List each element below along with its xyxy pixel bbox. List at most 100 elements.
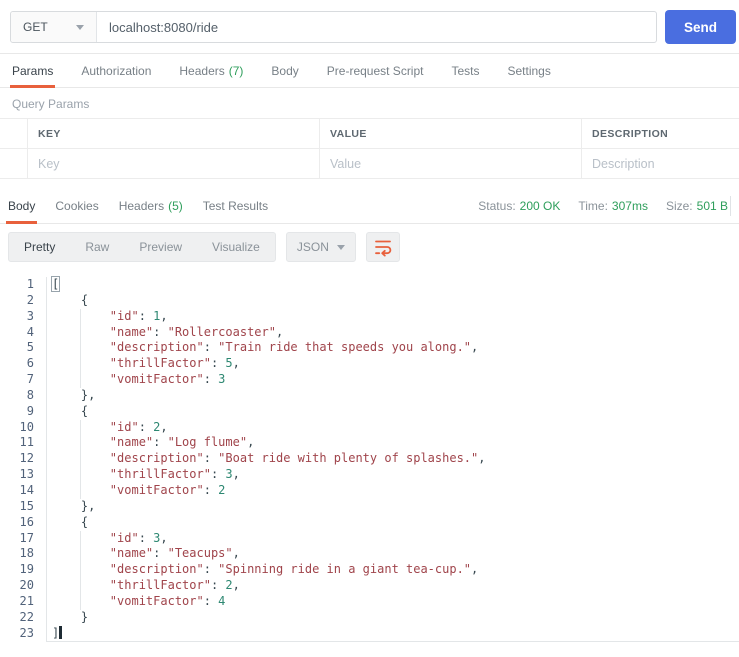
code-content: } bbox=[46, 609, 739, 626]
response-tab[interactable]: Headers (5) bbox=[119, 188, 183, 223]
text-cursor bbox=[59, 625, 63, 639]
url-group: GET bbox=[10, 11, 657, 43]
url-input[interactable] bbox=[97, 12, 656, 42]
code-content: "thrillFactor": 3, bbox=[46, 467, 739, 483]
view-mode-button[interactable]: Visualize bbox=[197, 233, 275, 261]
row-select-cell bbox=[0, 119, 28, 148]
divider bbox=[730, 195, 731, 216]
column-header-value: VALUE bbox=[320, 119, 582, 148]
line-number: 7 bbox=[26, 372, 34, 387]
query-params-input-row bbox=[0, 149, 739, 179]
key-cell bbox=[28, 149, 320, 178]
code-line: 9 { bbox=[0, 403, 739, 420]
wrap-text-button[interactable] bbox=[365, 232, 400, 262]
tab-label: Pre-request Script bbox=[326, 63, 424, 78]
description-cell bbox=[582, 149, 739, 178]
line-number: 21 bbox=[19, 593, 34, 608]
tab-label: Test Results bbox=[202, 198, 269, 213]
line-number: 23 bbox=[19, 625, 34, 640]
meta-value: 200 OK bbox=[519, 198, 561, 213]
method-label: GET bbox=[23, 20, 48, 34]
code-content: "description": "Train ride that speeds y… bbox=[46, 340, 739, 357]
response-tab[interactable]: Body bbox=[5, 188, 38, 224]
view-mode-button[interactable]: Preview bbox=[124, 233, 197, 261]
code-line: 15 }, bbox=[0, 498, 739, 515]
meta-item: Time: 307ms bbox=[578, 199, 648, 213]
response-body-viewer[interactable]: 1[2 {3 "id": 1, 4 "name": "Rollercoaster"… bbox=[0, 276, 739, 643]
tab-label: Params bbox=[12, 63, 54, 78]
request-tab[interactable]: Settings bbox=[508, 54, 551, 87]
request-tab[interactable]: Tests bbox=[451, 54, 479, 87]
view-mode-button[interactable]: Pretty bbox=[9, 233, 70, 261]
code-content: }, bbox=[46, 387, 739, 404]
request-tab[interactable]: Params bbox=[9, 54, 56, 88]
code-line: 6 "thrillFactor": 5, bbox=[0, 356, 739, 373]
column-header-description: DESCRIPTION bbox=[592, 127, 669, 140]
code-content: "name": "Rollercoaster", bbox=[46, 324, 739, 341]
code-line: 19 "description": "Spinning ride in a gi… bbox=[0, 562, 739, 579]
tab-label: Headers bbox=[118, 198, 165, 213]
line-number: 5 bbox=[26, 340, 34, 355]
code-line: 14 "vomitFactor": 2 bbox=[0, 482, 739, 499]
response-tab[interactable]: Test Results bbox=[203, 188, 268, 223]
code-content: "id": 3, bbox=[46, 530, 739, 547]
view-mode-group: Pretty Raw Preview Visualize bbox=[8, 232, 276, 262]
code-line: 1[ bbox=[0, 276, 739, 293]
line-number: 4 bbox=[26, 324, 34, 339]
line-number: 3 bbox=[26, 308, 34, 323]
request-tab[interactable]: Authorization bbox=[81, 54, 151, 87]
code-line: 21 "vomitFactor": 4 bbox=[0, 593, 739, 610]
code-line: 22 } bbox=[0, 609, 739, 626]
meta-item: Size: 501 B bbox=[666, 199, 728, 213]
line-number: 11 bbox=[19, 435, 34, 450]
line-number: 6 bbox=[26, 356, 34, 371]
meta-label: Time: bbox=[578, 198, 608, 213]
code-line: 23] bbox=[0, 625, 739, 643]
line-number: 15 bbox=[19, 498, 34, 513]
code-content: [ bbox=[46, 276, 739, 293]
code-content: "thrillFactor": 2, bbox=[46, 578, 739, 594]
code-content: "description": "Boat ride with plenty of… bbox=[46, 451, 739, 468]
code-lines: 1[2 {3 "id": 1, 4 "name": "Rollercoaster"… bbox=[0, 276, 739, 643]
method-select[interactable]: GET bbox=[11, 12, 97, 42]
code-content: "name": "Teacups", bbox=[46, 546, 739, 563]
send-button[interactable]: Send bbox=[665, 10, 736, 44]
code-content: "vomitFactor": 3 bbox=[46, 372, 739, 388]
line-number: 18 bbox=[19, 546, 34, 561]
request-tab[interactable]: Pre-request Script bbox=[327, 54, 424, 87]
description-input[interactable] bbox=[592, 156, 739, 171]
line-number: 2 bbox=[26, 292, 34, 307]
code-line: 12 "description": "Boat ride with plenty… bbox=[0, 451, 739, 468]
code-line: 17 "id": 3, bbox=[0, 530, 739, 547]
line-number: 8 bbox=[26, 387, 34, 402]
key-input[interactable] bbox=[38, 156, 319, 171]
code-content: { bbox=[46, 292, 739, 309]
request-tab[interactable]: Body bbox=[271, 54, 298, 87]
response-tab[interactable]: Cookies bbox=[55, 188, 98, 223]
value-input[interactable] bbox=[330, 156, 581, 171]
line-number: 17 bbox=[19, 530, 34, 545]
tab-label: Body bbox=[271, 63, 299, 78]
query-params-table: KEY VALUE DESCRIPTION bbox=[0, 118, 739, 179]
code-content: "thrillFactor": 5, bbox=[46, 356, 739, 373]
code-content: "id": 1, bbox=[46, 308, 739, 325]
code-content: "id": 2, bbox=[46, 419, 739, 436]
tab-label: Body bbox=[8, 198, 36, 213]
chevron-down-icon bbox=[336, 244, 345, 250]
tab-count: (7) bbox=[228, 63, 244, 78]
code-content: "description": "Spinning ride in a giant… bbox=[46, 562, 739, 579]
tab-label: Settings bbox=[507, 63, 551, 78]
request-tab[interactable]: Headers (7) bbox=[179, 54, 243, 87]
line-number: 22 bbox=[19, 609, 34, 624]
code-line: 4 "name": "Rollercoaster", bbox=[0, 324, 739, 341]
code-content: "name": "Log flume", bbox=[46, 435, 739, 452]
tab-label: Tests bbox=[451, 63, 480, 78]
response-tabs: Body Cookies Headers (5) Test Results bbox=[5, 188, 288, 224]
format-select[interactable]: JSON bbox=[285, 232, 356, 262]
line-number: 20 bbox=[19, 578, 34, 593]
view-mode-button[interactable]: Raw bbox=[70, 233, 124, 261]
meta-label: Size: bbox=[665, 198, 693, 213]
code-line: 20 "thrillFactor": 2, bbox=[0, 578, 739, 594]
code-line: 16 { bbox=[0, 514, 739, 531]
line-number: 14 bbox=[19, 482, 34, 497]
